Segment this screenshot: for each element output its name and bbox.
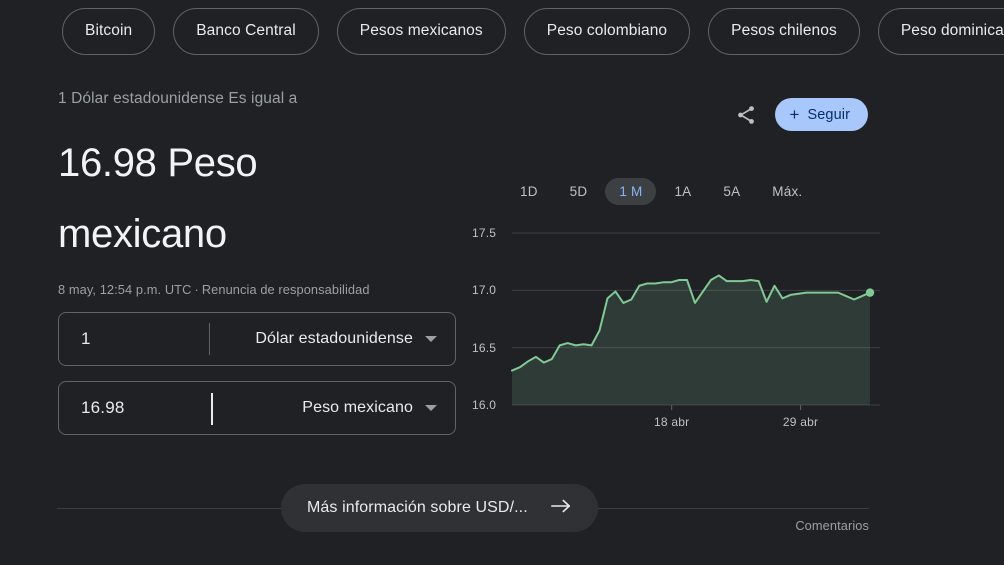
y-tick-label: 17.5 [472,226,497,240]
x-tick-label: 18 abr [654,415,690,429]
range-tab-1m[interactable]: 1 M [605,178,657,205]
x-tick-label: 29 abr [782,415,819,429]
chevron-down-icon [425,336,437,342]
range-tab-1d[interactable]: 1D [506,178,552,205]
share-icon[interactable] [735,104,757,126]
exchange-rate-chart: 1D 5D 1 M 1A 5A Máx. 16.0 16.5 17.0 17.5 18… [466,178,886,463]
chart-range-tabs[interactable]: 1D 5D 1 M 1A 5A Máx. [506,178,816,205]
conversion-subtitle: 1 Dólar estadounidense Es igual a [58,90,298,107]
text-caret [211,393,213,425]
arrow-right-icon [550,498,572,519]
range-tab-5d[interactable]: 5D [556,178,602,205]
chip-banco-central[interactable]: Banco Central [173,7,319,55]
converter-panel: 1 Dólar estadounidense Es igual a 16.98 … [58,88,458,435]
chip-peso-dominicano[interactable]: Peso dominicano [877,7,1004,55]
range-tab-5a[interactable]: 5A [709,178,754,205]
from-amount-input[interactable]: 1 [59,329,209,349]
y-tick-label: 16.0 [472,398,497,412]
follow-button[interactable]: + Seguir [775,98,868,131]
actions-bar: + Seguir [735,98,868,131]
separator-dot: · [194,282,199,297]
y-tick-label: 16.5 [472,340,497,355]
to-currency-field[interactable]: 16.98 Peso mexicano [58,381,456,435]
disclaimer-link[interactable]: Renuncia de responsabilidad [202,282,370,297]
chip-peso-colombiano[interactable]: Peso colombiano [523,7,691,55]
follow-button-label: Seguir [807,106,850,123]
to-currency-select[interactable]: Peso mexicano [210,399,455,417]
chip-bitcoin[interactable]: Bitcoin [62,7,156,55]
currency-chips-row[interactable]: Bitcoin Banco Central Pesos mexicanos Pe… [0,5,1004,57]
y-tick-label: 17.0 [472,283,497,298]
from-currency-field[interactable]: 1 Dólar estadounidense [58,312,456,366]
feedback-link[interactable]: Comentarios [795,518,869,533]
chevron-down-icon [425,405,437,411]
range-tab-max[interactable]: Máx. [758,178,816,205]
chip-pesos-chilenos[interactable]: Pesos chilenos [708,7,860,55]
to-currency-label: Peso mexicano [302,399,413,416]
to-amount-input[interactable]: 16.98 [59,398,209,418]
more-info-label: Más información sobre USD/... [307,499,528,516]
from-currency-select[interactable]: Dólar estadounidense [210,330,455,348]
chart-plot-area[interactable]: 16.0 16.5 17.0 17.5 18 abr 29 abr [466,226,886,433]
timestamp-text: 8 may, 12:54 p.m. UTC [58,282,192,297]
more-info-button[interactable]: Más información sobre USD/... [281,484,598,532]
from-currency-label: Dólar estadounidense [255,330,413,347]
conversion-result: 16.98 Peso mexicano [58,141,258,256]
timestamp-row: 8 may, 12:54 p.m. UTC · Renuncia de respon… [58,282,458,297]
chip-pesos-mexicanos[interactable]: Pesos mexicanos [336,7,506,55]
chart-svg [511,232,880,410]
range-tab-1a[interactable]: 1A [660,178,705,205]
plus-icon: + [789,105,800,124]
